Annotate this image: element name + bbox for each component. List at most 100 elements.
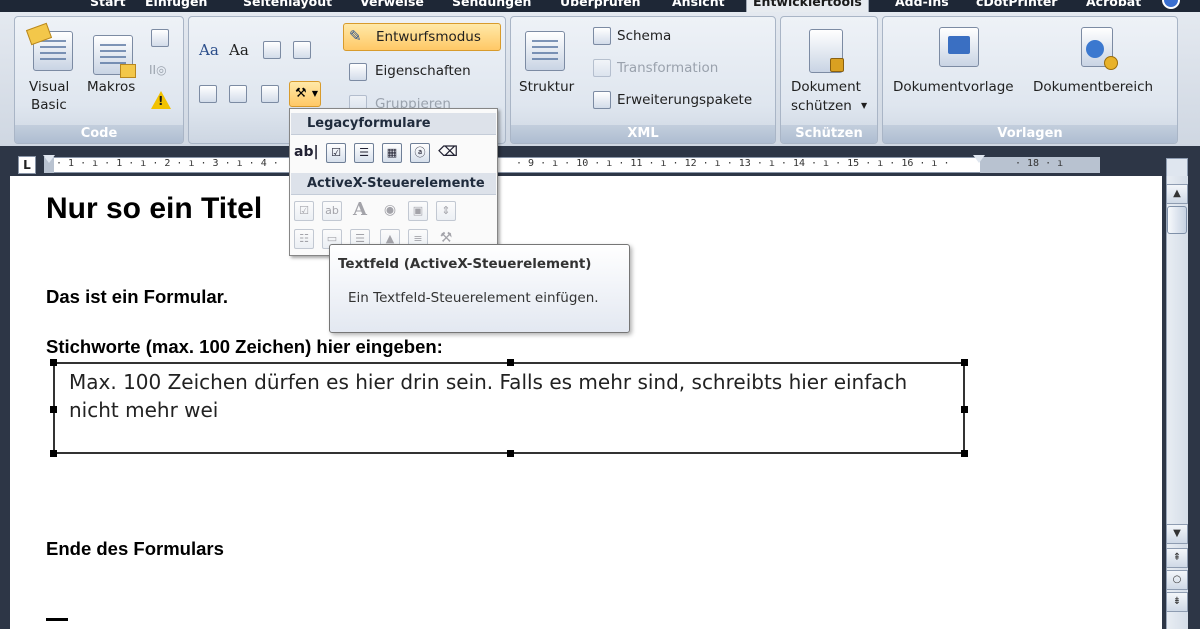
resize-handle-bottom-left[interactable] xyxy=(50,450,57,457)
legacy-frame-icon[interactable]: ▦ xyxy=(382,143,402,163)
tooltip-title: Textfeld (ActiveX-Steuerelement) xyxy=(338,256,592,272)
design-mode-button[interactable]: ✎ Entwurfsmodus xyxy=(343,23,501,51)
scroll-up-arrow-icon[interactable]: ▲ xyxy=(1166,184,1188,204)
resize-handle-bottom-right[interactable] xyxy=(961,450,968,457)
tab-add-ins[interactable]: Add-Ins xyxy=(895,0,949,12)
tab-references[interactable]: Verweise xyxy=(360,0,424,12)
document-panel-label[interactable]: Dokumentbereich xyxy=(1033,79,1153,95)
tab-insert[interactable]: Einfügen xyxy=(145,0,207,12)
group-xml: Struktur Schema Transformation Erweiteru… xyxy=(510,16,776,144)
drop-down-control-icon[interactable] xyxy=(199,85,217,103)
tab-cdotprinter[interactable]: cDotPrinter xyxy=(976,0,1057,12)
tooltip: Textfeld (ActiveX-Steuerelement) Ein Tex… xyxy=(329,244,630,333)
group-xml-label: XML xyxy=(511,125,775,143)
horizontal-ruler: L · 1 · ı · 1 · ı · 2 · ı · 3 · ı · 4 · … xyxy=(10,146,1160,176)
tab-acrobat[interactable]: Acrobat xyxy=(1086,0,1141,12)
combo-box-control-icon[interactable] xyxy=(293,41,311,59)
ruler-toggle-icon[interactable] xyxy=(1166,158,1188,178)
group-templates-label: Vorlagen xyxy=(883,125,1177,143)
tab-page-layout[interactable]: Seitenlayout xyxy=(243,0,332,12)
structure-icon xyxy=(525,31,565,71)
document-template-label[interactable]: Dokumentvorlage xyxy=(893,79,1014,95)
expansion-packs-icon[interactable] xyxy=(593,91,611,109)
group-templates: Dokumentvorlage Dokumentbereich Vorlagen xyxy=(882,16,1178,144)
activex-image-icon[interactable]: ▣ xyxy=(408,201,428,221)
expansion-packs-label[interactable]: Erweiterungspakete xyxy=(617,92,752,108)
ribbon-tab-bar: Start Einfügen Seitenlayout Verweise Sen… xyxy=(0,0,1200,12)
page-title: Nur so ein Titel xyxy=(46,192,263,225)
browse-object-icon[interactable]: ○ xyxy=(1166,570,1188,590)
tab-developer[interactable]: Entwicklertools xyxy=(746,0,869,12)
resize-handle-top[interactable] xyxy=(507,359,514,366)
legacy-dropdown-icon[interactable]: ☰ xyxy=(354,143,374,163)
legacy-shading-icon[interactable]: ⓐ xyxy=(410,143,430,163)
resize-handle-bottom[interactable] xyxy=(507,450,514,457)
right-indent-marker[interactable] xyxy=(973,155,985,163)
protect-document-label-1[interactable]: Dokument xyxy=(791,79,861,95)
transformation-label[interactable]: Transformation xyxy=(617,60,718,76)
reset-fields-icon[interactable]: ⌫ xyxy=(438,143,458,163)
group-code: Visual Basic Makros II◎ Code xyxy=(14,16,184,144)
date-picker-control-icon[interactable] xyxy=(229,85,247,103)
ruler-numbers-right: · 9 · ı · 10 · ı · 11 · ı · 12 · ı · 13 … xyxy=(516,158,950,169)
tab-review[interactable]: Überprüfen xyxy=(560,0,641,12)
help-icon[interactable] xyxy=(1162,0,1180,9)
schema-label[interactable]: Schema xyxy=(617,28,671,44)
activex-option-button-icon[interactable]: ◉ xyxy=(380,201,400,221)
tab-start[interactable]: Start xyxy=(90,0,126,12)
document-panel-icon xyxy=(1081,27,1118,70)
group-protect: Dokument schützen ▼ Schützen xyxy=(780,16,878,144)
protect-document-icon xyxy=(809,29,844,73)
next-page-icon[interactable]: ⇟ xyxy=(1166,592,1188,612)
legacy-forms-header: Legacyformulare xyxy=(291,113,496,135)
schema-icon[interactable] xyxy=(593,27,611,45)
activex-textbox-icon[interactable]: ab xyxy=(322,201,342,221)
properties-label[interactable]: Eigenschaften xyxy=(375,63,471,79)
visual-basic-label-2[interactable]: Basic xyxy=(31,97,67,113)
tooltip-body: Ein Textfeld-Steuerelement einfügen. xyxy=(348,290,599,306)
protect-document-label-2[interactable]: schützen xyxy=(791,98,852,114)
building-block-control-icon[interactable] xyxy=(261,85,279,103)
group-code-label: Code xyxy=(15,125,183,143)
tab-mailings[interactable]: Sendungen xyxy=(452,0,531,12)
plain-text-control-icon[interactable]: Aa xyxy=(229,41,249,59)
structure-label[interactable]: Struktur xyxy=(519,79,574,95)
activex-text-field[interactable]: Max. 100 Zeichen dürfen es hier drin sei… xyxy=(50,359,968,457)
record-macro-icon[interactable] xyxy=(151,29,169,47)
visual-basic-label-1[interactable]: Visual xyxy=(29,79,69,95)
pause-recording-icon[interactable]: II◎ xyxy=(149,63,167,77)
prompt-text: Stichworte (max. 100 Zeichen) hier einge… xyxy=(46,336,443,357)
tab-stop-selector[interactable]: L xyxy=(18,156,36,174)
group-protect-label: Schützen xyxy=(781,125,877,143)
resize-handle-right[interactable] xyxy=(961,406,968,413)
transformation-icon[interactable] xyxy=(593,59,611,77)
activex-checkbox-icon[interactable]: ☑ xyxy=(294,201,314,221)
legacy-checkbox-icon[interactable]: ☑ xyxy=(326,143,346,163)
activex-spin-button-icon[interactable]: ⇕ xyxy=(436,201,456,221)
footer-text: Ende des Formulars xyxy=(46,538,224,559)
properties-icon[interactable] xyxy=(349,63,367,81)
resize-handle-top-left[interactable] xyxy=(50,359,57,366)
legacy-text-field-icon[interactable]: ab| xyxy=(294,143,319,163)
activex-combo-box-icon[interactable]: ☷ xyxy=(294,229,314,249)
scroll-down-arrow-icon[interactable]: ▼ xyxy=(1166,524,1188,544)
previous-page-icon[interactable]: ⇞ xyxy=(1166,548,1188,568)
rich-text-control-icon[interactable]: Aa xyxy=(199,41,219,59)
picture-control-icon[interactable] xyxy=(263,41,281,59)
legacy-tools-button[interactable]: ⚒ ▼ xyxy=(289,81,321,107)
activex-label-icon[interactable]: A xyxy=(350,201,370,221)
macro-security-icon[interactable] xyxy=(151,91,171,109)
tab-view[interactable]: Ansicht xyxy=(672,0,725,12)
ruler-numbers-far: · 18 · ı xyxy=(1015,158,1064,169)
macros-label[interactable]: Makros xyxy=(87,79,135,95)
chevron-down-icon: ▼ xyxy=(861,101,868,110)
text-field-value: Max. 100 Zeichen dürfen es hier drin sei… xyxy=(69,370,908,422)
legacy-tools-dropdown: Legacyformulare ab| ☑ ☰ ▦ ⓐ ⌫ ActiveX-St… xyxy=(289,108,498,256)
macros-icon xyxy=(93,35,136,78)
resize-handle-left[interactable] xyxy=(50,406,57,413)
resize-handle-top-right[interactable] xyxy=(961,359,968,366)
activex-controls-header: ActiveX-Steuerelemente xyxy=(291,173,496,195)
scroll-thumb[interactable] xyxy=(1167,206,1187,234)
document-template-icon xyxy=(939,27,979,67)
left-indent-marker[interactable] xyxy=(43,155,55,163)
